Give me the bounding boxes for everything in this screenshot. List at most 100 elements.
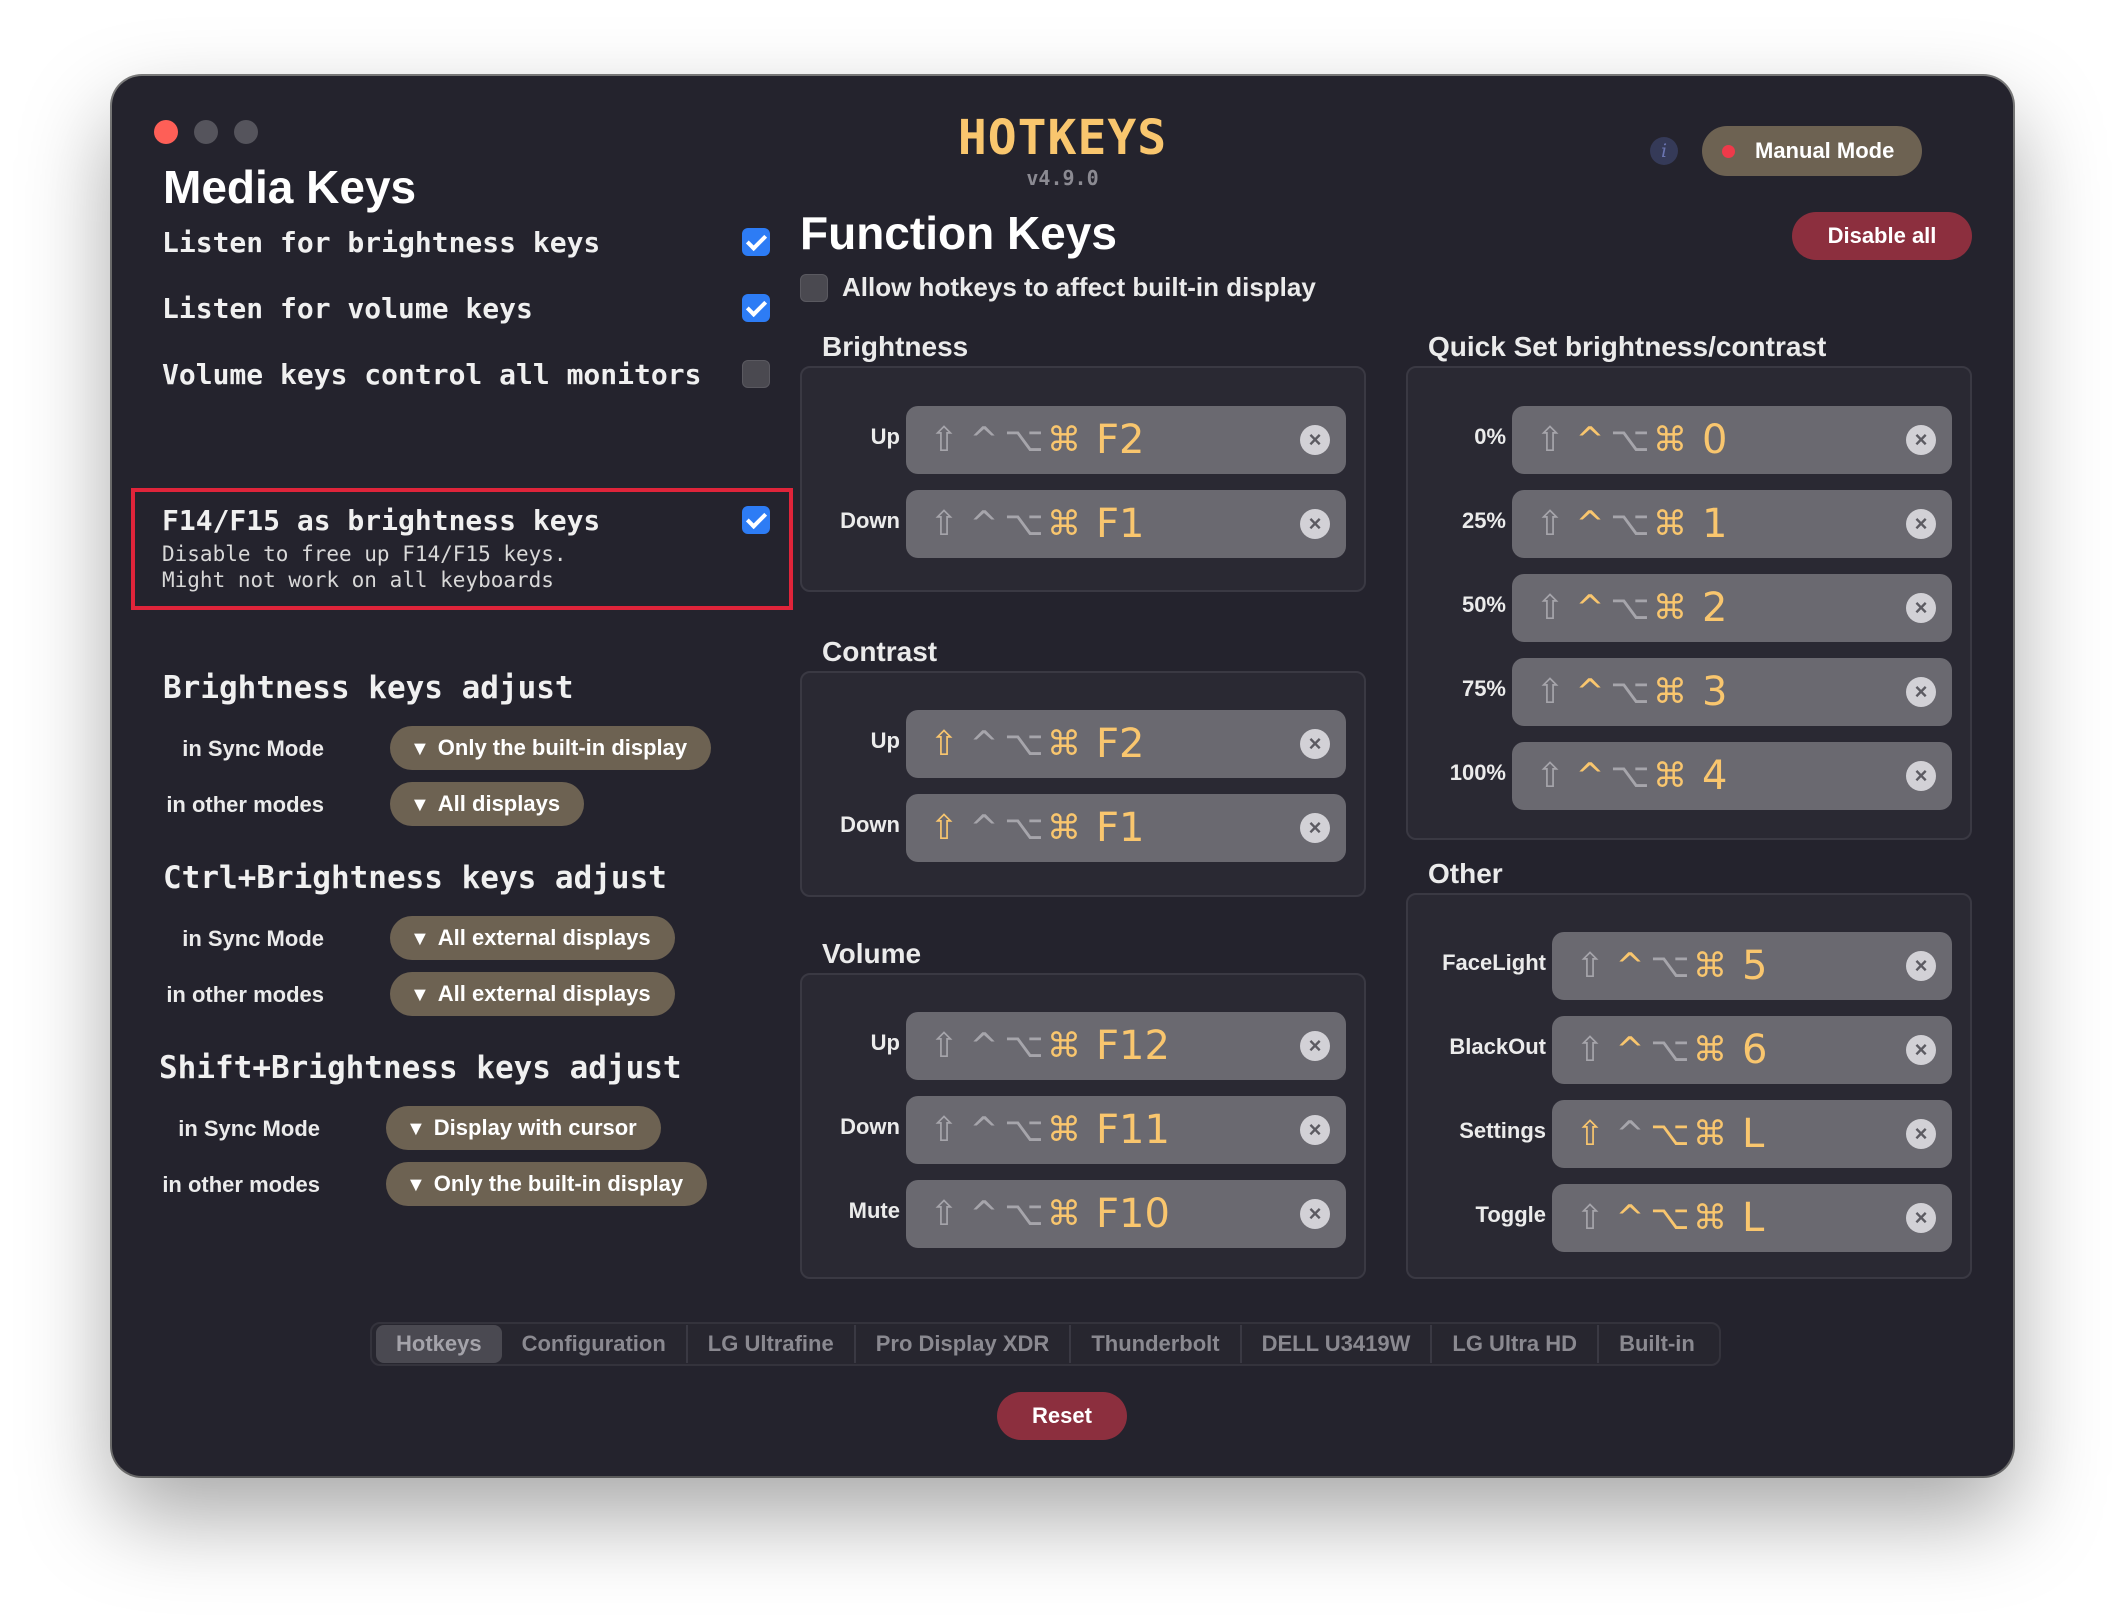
modifier-keys: ⇧ ^ ⌥ ⌘ — [1530, 504, 1690, 544]
tab-built-in[interactable]: Built-in — [1599, 1325, 1715, 1363]
clear-icon[interactable]: × — [1906, 677, 1936, 707]
listen-volume-checkbox[interactable] — [742, 294, 770, 322]
quick-set-25-hotkey-field[interactable]: ⇧ ^ ⌥ ⌘ 1 × — [1512, 490, 1952, 558]
volume-all-monitors-checkbox[interactable] — [742, 360, 770, 388]
modifier-keys: ⇧ ^ ⌥ ⌘ — [1570, 1030, 1730, 1070]
clear-icon[interactable]: × — [1906, 951, 1936, 981]
clear-icon[interactable]: × — [1300, 729, 1330, 759]
hotkey-key: L — [1742, 1111, 1765, 1157]
control-icon: ^ — [969, 504, 999, 544]
control-icon: ^ — [1575, 588, 1605, 628]
command-icon: ⌘ — [1693, 1114, 1727, 1154]
allow-builtin-checkbox[interactable] — [800, 273, 828, 302]
ctrl-other-dropdown[interactable]: ▼ All external displays — [390, 972, 675, 1016]
info-icon[interactable]: i — [1650, 137, 1678, 165]
clear-icon[interactable]: × — [1300, 1031, 1330, 1061]
tab-lg-ultra-hd[interactable]: LG Ultra HD — [1432, 1325, 1600, 1363]
quick-set-100-hotkey-field[interactable]: ⇧ ^ ⌥ ⌘ 4 × — [1512, 742, 1952, 810]
option-icon: ⌥ — [1610, 420, 1650, 460]
clear-icon[interactable]: × — [1906, 593, 1936, 623]
contrast-down-hotkey-field[interactable]: ⇧ ^ ⌥ ⌘ F1 × — [906, 794, 1346, 862]
clear-icon[interactable]: × — [1906, 509, 1936, 539]
hotkey-key: 6 — [1742, 1027, 1768, 1073]
tab-thunderbolt[interactable]: Thunderbolt — [1071, 1325, 1242, 1363]
f14-f15-description-1: Disable to free up F14/F15 keys. — [162, 542, 567, 566]
facelight-hotkey-field[interactable]: ⇧ ^ ⌥ ⌘ 5 × — [1552, 932, 1952, 1000]
shift-icon: ⇧ — [1575, 946, 1605, 986]
option-icon: ⌥ — [1004, 1026, 1044, 1066]
listen-volume-label: Listen for volume keys — [162, 292, 533, 325]
allow-builtin-label: Allow hotkeys to affect built-in display — [842, 272, 1316, 302]
listen-brightness-checkbox[interactable] — [742, 228, 770, 256]
clear-icon[interactable]: × — [1906, 761, 1936, 791]
f14-f15-checkbox[interactable] — [742, 506, 770, 534]
option-icon: ⌥ — [1004, 420, 1044, 460]
tab-dell-u3419w[interactable]: DELL U3419W — [1242, 1325, 1433, 1363]
tab-hotkeys[interactable]: Hotkeys — [376, 1325, 502, 1363]
dropdown-arrow-icon: ▼ — [406, 1174, 426, 1196]
dropdown-value: All external displays — [437, 925, 651, 950]
dropdown-value: Display with cursor — [433, 1115, 637, 1140]
clear-icon[interactable]: × — [1906, 425, 1936, 455]
tab-pro-display-xdr[interactable]: Pro Display XDR — [856, 1325, 1072, 1363]
listen-brightness-label: Listen for brightness keys — [162, 226, 601, 259]
control-icon: ^ — [1615, 1114, 1645, 1154]
hotkey-key: F2 — [1096, 417, 1145, 463]
volume-down-hotkey-field[interactable]: ⇧ ^ ⌥ ⌘ F11 × — [906, 1096, 1346, 1164]
brightness-up-hotkey-field[interactable]: ⇧ ^ ⌥ ⌘ F2 × — [906, 406, 1346, 474]
hotkey-key: 3 — [1702, 669, 1728, 715]
shift-icon: ⇧ — [1535, 672, 1565, 712]
toggle-hotkey-field[interactable]: ⇧ ^ ⌥ ⌘ L × — [1552, 1184, 1952, 1252]
command-icon: ⌘ — [1693, 946, 1727, 986]
clear-icon[interactable]: × — [1906, 1035, 1936, 1065]
other-group-title: Other — [1428, 858, 1503, 889]
shift-sync-label: in Sync Mode — [178, 1116, 320, 1141]
hotkey-key: 0 — [1702, 417, 1728, 463]
brightness-other-dropdown[interactable]: ▼ All displays — [390, 782, 585, 826]
shift-icon: ⇧ — [1535, 504, 1565, 544]
volume-mute-hotkey-field[interactable]: ⇧ ^ ⌥ ⌘ F10 × — [906, 1180, 1346, 1248]
clear-icon[interactable]: × — [1300, 1115, 1330, 1145]
clear-icon[interactable]: × — [1300, 509, 1330, 539]
clear-icon[interactable]: × — [1300, 1199, 1330, 1229]
shift-icon: ⇧ — [1535, 420, 1565, 460]
clear-icon[interactable]: × — [1906, 1203, 1936, 1233]
tab-lg-ultrafine[interactable]: LG Ultrafine — [688, 1325, 856, 1363]
settings-hotkey-field[interactable]: ⇧ ^ ⌥ ⌘ L × — [1552, 1100, 1952, 1168]
shift-icon: ⇧ — [929, 1026, 959, 1066]
reset-button[interactable]: Reset — [997, 1392, 1127, 1440]
hotkeys-window: HOTKEYS v4.9.0 i Manual Mode Disable all… — [112, 76, 2013, 1476]
brightness-down-hotkey-field[interactable]: ⇧ ^ ⌥ ⌘ F1 × — [906, 490, 1346, 558]
clear-icon[interactable]: × — [1906, 1119, 1936, 1149]
volume-up-label: Up — [870, 1030, 900, 1055]
quick-set-50-hotkey-field[interactable]: ⇧ ^ ⌥ ⌘ 2 × — [1512, 574, 1952, 642]
shift-other-dropdown[interactable]: ▼ Only the built-in display — [386, 1162, 708, 1206]
command-icon: ⌘ — [1047, 1110, 1081, 1150]
command-icon: ⌘ — [1047, 504, 1081, 544]
tab-configuration[interactable]: Configuration — [502, 1325, 688, 1363]
quick-set-75-hotkey-field[interactable]: ⇧ ^ ⌥ ⌘ 3 × — [1512, 658, 1952, 726]
disable-all-button[interactable]: Disable all — [1792, 212, 1972, 260]
contrast-up-hotkey-field[interactable]: ⇧ ^ ⌥ ⌘ F2 × — [906, 710, 1346, 778]
modifier-keys: ⇧ ^ ⌥ ⌘ — [1570, 946, 1730, 986]
clear-icon[interactable]: × — [1300, 425, 1330, 455]
modifier-keys: ⇧ ^ ⌥ ⌘ — [1570, 1114, 1730, 1154]
hotkey-key: L — [1742, 1195, 1765, 1241]
volume-up-hotkey-field[interactable]: ⇧ ^ ⌥ ⌘ F12 × — [906, 1012, 1346, 1080]
clear-icon[interactable]: × — [1300, 813, 1330, 843]
volume-group-title: Volume — [822, 938, 922, 969]
option-icon: ⌥ — [1004, 1110, 1044, 1150]
brightness-sync-dropdown[interactable]: ▼ Only the built-in display — [390, 726, 712, 770]
brightness-down-label: Down — [840, 508, 900, 533]
contrast-group — [800, 671, 1366, 897]
modifier-keys: ⇧ ^ ⌥ ⌘ — [924, 420, 1084, 460]
control-icon: ^ — [969, 1110, 999, 1150]
blackout-hotkey-field[interactable]: ⇧ ^ ⌥ ⌘ 6 × — [1552, 1016, 1952, 1084]
quick-set-0-hotkey-field[interactable]: ⇧ ^ ⌥ ⌘ 0 × — [1512, 406, 1952, 474]
shift-icon: ⇧ — [1535, 756, 1565, 796]
shift-sync-dropdown[interactable]: ▼ Display with cursor — [386, 1106, 661, 1150]
ctrl-sync-dropdown[interactable]: ▼ All external displays — [390, 916, 675, 960]
command-icon: ⌘ — [1047, 1026, 1081, 1066]
mode-button[interactable]: Manual Mode — [1702, 126, 1922, 176]
shift-icon: ⇧ — [929, 504, 959, 544]
